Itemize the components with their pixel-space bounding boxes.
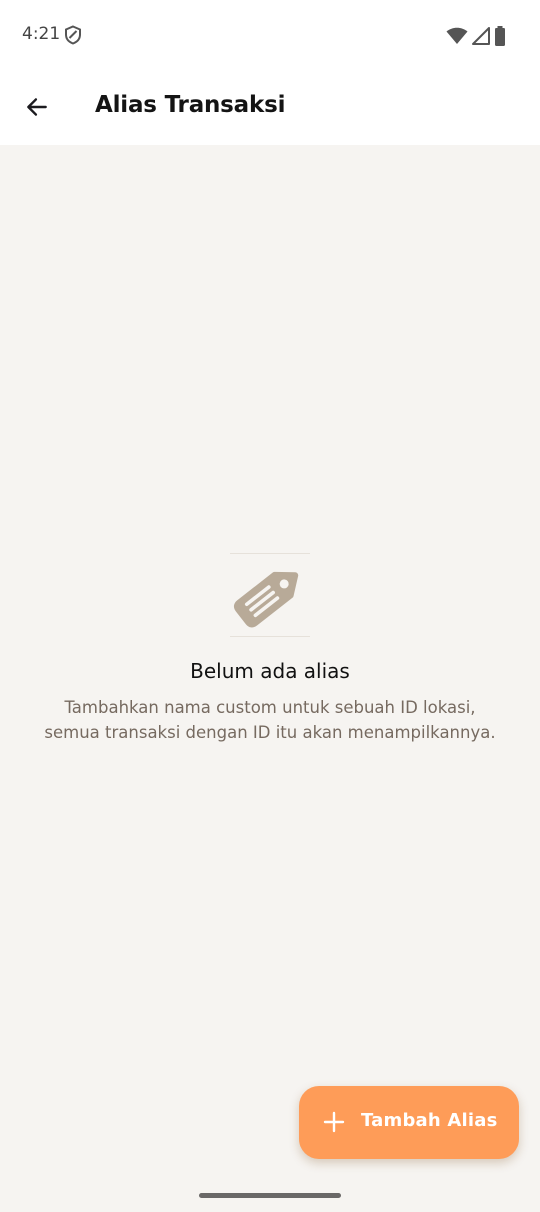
plus-icon [323,1111,345,1133]
status-bar: 4:21 [0,0,540,70]
gesture-nav-handle[interactable] [199,1193,341,1198]
status-icons [446,26,506,46]
page-title: Alias Transaksi [95,92,286,118]
content-area: Belum ada alias Tambahkan nama custom un… [0,145,540,1212]
signal-icon [472,27,490,45]
empty-state: Belum ada alias Tambahkan nama custom un… [0,553,540,745]
back-button[interactable] [14,84,60,130]
tag-icon [230,553,310,637]
add-alias-button[interactable]: Tambah Alias [299,1086,519,1159]
status-time: 4:21 [22,24,61,44]
empty-state-title: Belum ada alias [190,659,350,683]
shield-icon [65,25,81,45]
battery-icon [495,26,505,46]
empty-state-description: Tambahkan nama custom untuk sebuah ID lo… [44,698,496,742]
app-bar: Alias Transaksi [0,70,540,145]
arrow-back-icon [27,98,47,116]
add-alias-label: Tambah Alias [361,1110,498,1131]
wifi-icon [446,27,468,44]
